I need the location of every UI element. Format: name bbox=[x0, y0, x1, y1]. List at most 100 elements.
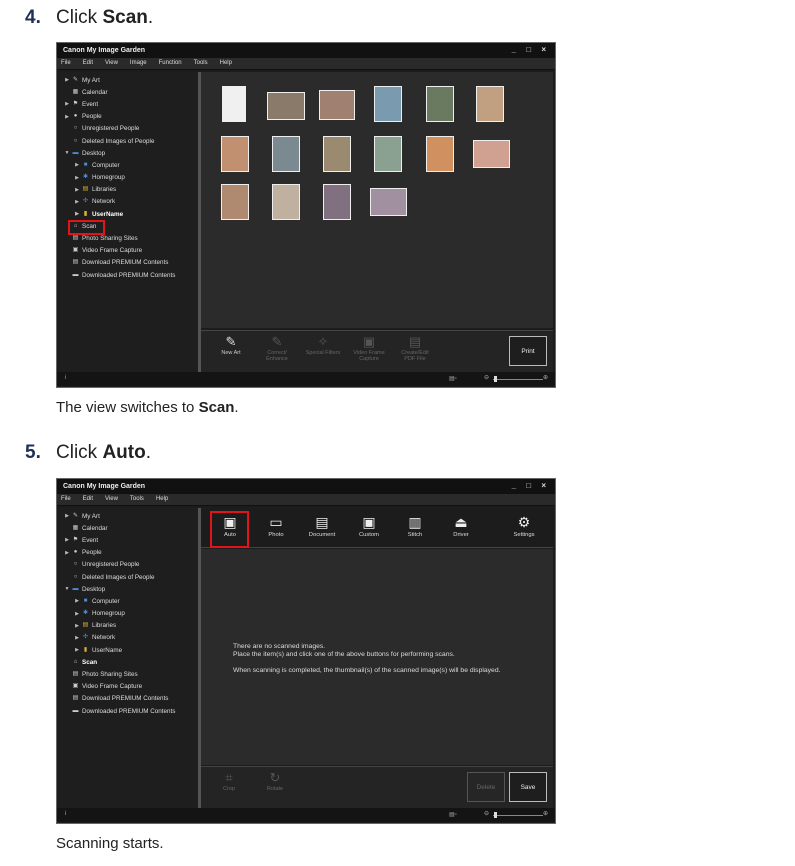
custom-scan-button[interactable]: ▣ Custom bbox=[351, 512, 387, 538]
thumbnail[interactable] bbox=[426, 86, 454, 122]
save-button[interactable]: Save bbox=[509, 772, 547, 802]
sidebar-item-people[interactable]: ▶ ● People bbox=[59, 547, 199, 559]
thumbnail[interactable] bbox=[374, 136, 402, 172]
new-art-button[interactable]: ✎ New Art bbox=[211, 334, 251, 356]
thumbnail[interactable] bbox=[323, 184, 351, 220]
sidebar-item-network[interactable]: ▶ ✣ Network bbox=[59, 196, 199, 208]
sidebar-item-event[interactable]: ▶ ⚑ Event bbox=[59, 534, 199, 546]
sidebar-item-my-art[interactable]: ▶ ✎ My Art bbox=[59, 74, 199, 86]
sidebar-item-libraries[interactable]: ▶ ▤ Libraries bbox=[59, 184, 199, 196]
thumbnail[interactable] bbox=[473, 140, 510, 168]
video-frame-capture-button[interactable]: ▣ Video Frame Capture bbox=[349, 334, 389, 362]
driver-scan-button[interactable]: ⏏ Driver bbox=[443, 512, 479, 538]
thumbnail[interactable] bbox=[476, 86, 504, 122]
sidebar-item-homegroup[interactable]: ▶ ✱ Homegroup bbox=[59, 608, 199, 620]
empty-message-line2: Place the item(s) and click one of the a… bbox=[233, 651, 455, 658]
menu-help[interactable]: Help bbox=[220, 60, 232, 67]
info-icon[interactable]: i bbox=[65, 811, 66, 817]
create-pdf-button[interactable]: ▤ Create/Edit PDF File bbox=[395, 334, 435, 362]
sidebar-item-homegroup[interactable]: ▶ ✱ Homegroup bbox=[59, 172, 199, 184]
filters-icon: ✧ bbox=[317, 334, 329, 349]
sidebar-item-downloaded-premium[interactable]: ▬ Downloaded PREMIUM Contents bbox=[59, 705, 199, 717]
print-button[interactable]: Print bbox=[509, 336, 547, 366]
sidebar-item-username[interactable]: ▶ ▮ UserName bbox=[59, 644, 199, 656]
sidebar-item-download-premium[interactable]: ▤ Download PREMIUM Contents bbox=[59, 257, 199, 269]
window-controls[interactable]: _ □ × bbox=[512, 481, 550, 490]
thumbnail[interactable] bbox=[426, 136, 454, 172]
thumbnail[interactable] bbox=[374, 86, 402, 122]
network-icon: ✣ bbox=[82, 634, 89, 641]
window-controls[interactable]: _ □ × bbox=[512, 45, 550, 54]
pdf-icon: ▤ bbox=[408, 334, 422, 349]
view-toggle-icon[interactable]: ▤▫ bbox=[449, 375, 457, 382]
zoom-out-icon[interactable]: ⊖ bbox=[484, 374, 489, 381]
sidebar-item-video-frame-capture[interactable]: ▣ Video Frame Capture bbox=[59, 681, 199, 693]
step-number: 5. bbox=[25, 442, 41, 463]
sidebar-item-downloaded-premium[interactable]: ▬ Downloaded PREMIUM Contents bbox=[59, 269, 199, 281]
app-window-2: Canon My Image Garden _ □ × File Edit Vi… bbox=[56, 478, 556, 824]
sidebar-item-people[interactable]: ▶ ● People bbox=[59, 111, 199, 123]
stitch-scan-button[interactable]: ▥ Stitch bbox=[397, 512, 433, 538]
thumbnail[interactable] bbox=[272, 136, 300, 172]
thumbnail[interactable] bbox=[323, 136, 351, 172]
correct-enhance-button[interactable]: ✎ Correct/ Enhance bbox=[257, 334, 297, 362]
view-toggle-icon[interactable]: ▤▫ bbox=[449, 811, 457, 818]
empty-message-line3: When scanning is completed, the thumbnai… bbox=[233, 667, 501, 674]
menu-help[interactable]: Help bbox=[156, 496, 168, 503]
menu-view[interactable]: View bbox=[105, 496, 118, 503]
menu-file[interactable]: File bbox=[61, 60, 71, 67]
sidebar-item-calendar[interactable]: ▦ Calendar bbox=[59, 86, 199, 98]
scan-settings-button[interactable]: ⚙ Settings bbox=[506, 512, 542, 538]
new-art-icon: ✎ bbox=[225, 334, 237, 349]
menu-edit[interactable]: Edit bbox=[83, 496, 93, 503]
document-scan-button[interactable]: ▤ Document bbox=[304, 512, 340, 538]
zoom-slider[interactable] bbox=[493, 815, 543, 816]
sidebar-item-calendar[interactable]: ▦ Calendar bbox=[59, 522, 199, 534]
special-filters-button[interactable]: ✧ Special Filters bbox=[303, 334, 343, 356]
zoom-in-icon[interactable]: ⊕ bbox=[543, 810, 548, 817]
thumbnail[interactable] bbox=[267, 92, 305, 120]
menu-edit[interactable]: Edit bbox=[83, 60, 93, 67]
zoom-in-icon[interactable]: ⊕ bbox=[543, 374, 548, 381]
menu-tools[interactable]: Tools bbox=[194, 60, 208, 67]
sidebar-item-unregistered-people[interactable]: ○ Unregistered People bbox=[59, 559, 199, 571]
sidebar-item-event[interactable]: ▶ ⚑ Event bbox=[59, 98, 199, 110]
menu-function[interactable]: Function bbox=[159, 60, 182, 67]
sidebar-item-download-premium[interactable]: ▤ Download PREMIUM Contents bbox=[59, 693, 199, 705]
sidebar-item-deleted-people[interactable]: ○ Deleted Images of People bbox=[59, 135, 199, 147]
thumbnail[interactable] bbox=[221, 184, 249, 220]
info-icon[interactable]: i bbox=[65, 375, 66, 381]
step-5-heading: 5. Click Auto. bbox=[25, 442, 151, 463]
thumbnail[interactable] bbox=[221, 136, 249, 172]
rotate-button[interactable]: ↻ Rotate bbox=[255, 770, 295, 792]
sidebar-item-libraries[interactable]: ▶ ▤ Libraries bbox=[59, 620, 199, 632]
menu-image[interactable]: Image bbox=[130, 60, 147, 67]
thumbnail[interactable] bbox=[222, 86, 246, 122]
zoom-knob[interactable] bbox=[494, 376, 497, 382]
sidebar-item-video-frame-capture[interactable]: ▣ Video Frame Capture bbox=[59, 245, 199, 257]
zoom-slider[interactable] bbox=[493, 379, 543, 380]
sidebar-item-photo-sharing[interactable]: ▤ Photo Sharing Sites bbox=[59, 668, 199, 680]
delete-button[interactable]: Delete bbox=[467, 772, 505, 802]
sidebar-item-unregistered-people[interactable]: ○ Unregistered People bbox=[59, 123, 199, 135]
thumbnail[interactable] bbox=[319, 90, 355, 120]
sidebar-item-computer[interactable]: ▶ ■ Computer bbox=[59, 159, 199, 171]
menu-view[interactable]: View bbox=[105, 60, 118, 67]
sidebar-item-network[interactable]: ▶ ✣ Network bbox=[59, 632, 199, 644]
crop-button[interactable]: ⌗ Crop bbox=[209, 770, 249, 792]
zoom-out-icon[interactable]: ⊖ bbox=[484, 810, 489, 817]
sidebar-item-scan[interactable]: ⌂ Scan bbox=[59, 656, 199, 668]
sidebar-item-computer[interactable]: ▶ ■ Computer bbox=[59, 595, 199, 607]
zoom-knob[interactable] bbox=[494, 812, 497, 818]
person-deleted-icon: ○ bbox=[73, 137, 78, 144]
menu-file[interactable]: File bbox=[61, 496, 71, 503]
sidebar-item-my-art[interactable]: ▶ ✎ My Art bbox=[59, 510, 199, 522]
sidebar-item-deleted-people[interactable]: ○ Deleted Images of People bbox=[59, 571, 199, 583]
sidebar-item-username[interactable]: ▶ ▮ UserName bbox=[59, 208, 199, 220]
thumbnail[interactable] bbox=[370, 188, 407, 216]
sidebar-item-desktop[interactable]: ▼ ▬ Desktop bbox=[59, 147, 199, 159]
sidebar-item-desktop[interactable]: ▼ ▬ Desktop bbox=[59, 583, 199, 595]
thumbnail[interactable] bbox=[272, 184, 300, 220]
photo-scan-button[interactable]: ▭ Photo bbox=[258, 512, 294, 538]
menu-tools[interactable]: Tools bbox=[130, 496, 144, 503]
